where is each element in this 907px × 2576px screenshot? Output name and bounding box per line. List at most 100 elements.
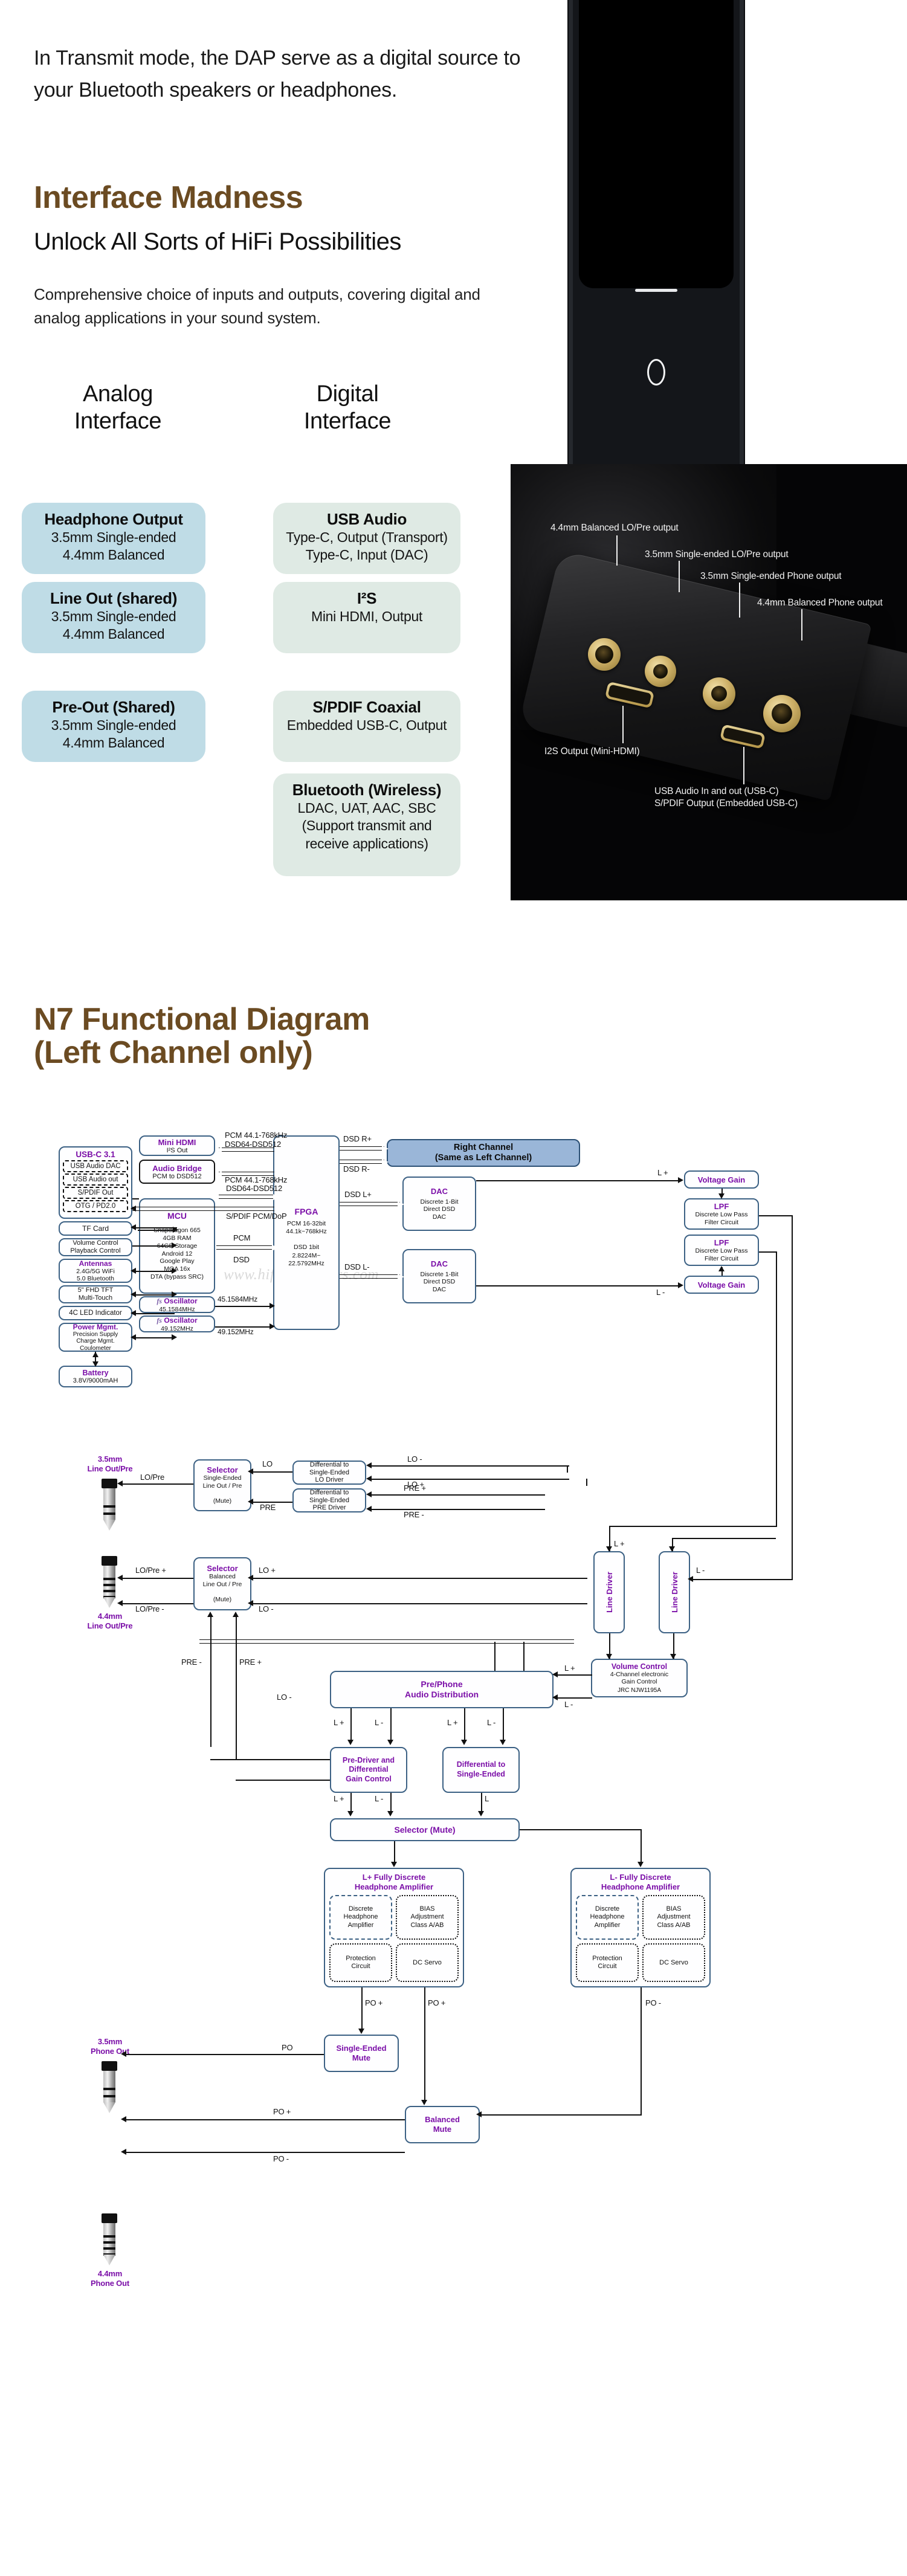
block-title: Mini HDMI <box>158 1137 196 1147</box>
arrowhead <box>347 1740 353 1745</box>
jack-label-44-phone-out: 4.4mm Phone Out <box>91 2269 129 2288</box>
jack-44mm-lo-pre <box>588 638 621 671</box>
jack-35mm-lo-pre <box>645 656 676 687</box>
block-detail: 2.4G/5G WiFi 5.0 Bluetooth <box>76 1267 115 1282</box>
sub-label: OTG / PD2.0 <box>75 1202 116 1210</box>
card-detail: 3.5mm Single-ended 4.4mm Balanced <box>51 529 176 563</box>
connector <box>556 1674 592 1676</box>
block-dac-negative: DAC Discrete 1-Bit Direct DSD DAC <box>402 1249 476 1303</box>
block-label: Line Driver <box>604 1572 614 1613</box>
functional-diagram: USB-C 3.1 USB Audio DAC USB Audio out S/… <box>0 1121 907 2529</box>
block-label: 4C LED Indicator <box>69 1309 122 1317</box>
arrowhead <box>606 1654 612 1659</box>
arrowhead <box>131 1224 136 1230</box>
bus-bridge-out <box>219 1195 274 1199</box>
connector <box>251 1603 587 1604</box>
arrowhead <box>478 1811 484 1816</box>
block-detail: Discrete Low Pass Filter Circuit <box>695 1247 748 1262</box>
block-detail: Single-Ended Line Out / Pre (Mute) <box>202 1474 242 1505</box>
block-pre-driver-diff-gain-control: Pre-Driver and Differential Gain Control <box>330 1747 407 1793</box>
sub-usb-audio-out: USB Audio out <box>63 1173 128 1186</box>
connector <box>370 1479 569 1480</box>
connector <box>792 1215 793 1580</box>
block-title: Battery <box>82 1369 109 1377</box>
block-voltage-gain-negative: Voltage Gain <box>684 1276 759 1294</box>
block-detail: PCM to DSD512 <box>152 1172 202 1180</box>
signal-dsd: DSD <box>233 1255 250 1264</box>
connector <box>494 1642 495 1671</box>
digital-interface-header: Digital Interface <box>303 381 392 434</box>
connector <box>370 1509 545 1510</box>
arrowhead <box>500 1740 506 1745</box>
callout-line <box>743 747 744 784</box>
block-label: Voltage Gain <box>697 1175 746 1184</box>
signal-lo-p: LO + <box>259 1566 276 1575</box>
block-amp-lminus: L- Fully Discrete Headphone Amplifier Di… <box>570 1868 711 1987</box>
interface-section-title: Interface Madness <box>34 180 303 215</box>
arrowhead <box>366 1476 372 1482</box>
connector <box>586 1479 587 1486</box>
signal-lo-n: LO - <box>407 1454 422 1464</box>
block-battery: Battery 3.8V/9000mAH <box>59 1366 132 1387</box>
signal-lopre-p: LO/Pre + <box>135 1566 166 1575</box>
arrowhead <box>131 1268 136 1274</box>
block-label: Differential to Single-Ended LO Driver <box>309 1461 350 1484</box>
jack-label-35-phone-out: 3.5mm Phone Out <box>91 2037 129 2056</box>
digital-card-i2s: I²S Mini HDMI, Output <box>273 582 460 653</box>
block-title: LPF <box>714 1238 729 1248</box>
sub-discrete-headphone-amplifier: Discrete Headphone Amplifier <box>576 1895 639 1940</box>
block-power-mgmt: Power Mgmt. Precision Supply Charge Mgmt… <box>59 1323 132 1352</box>
block-title: MCU <box>167 1211 187 1221</box>
callout-line <box>739 583 740 618</box>
sub-discrete-headphone-amplifier: Discrete Headphone Amplifier <box>329 1895 392 1940</box>
arrowhead <box>718 1193 725 1199</box>
block-title: DAC <box>430 1259 448 1268</box>
phone-home-indicator <box>647 359 665 386</box>
block-label: Volume Control Playback Control <box>70 1239 121 1254</box>
block-selector-single-ended-lo-pre: Selector Single-Ended Line Out / Pre (Mu… <box>193 1459 251 1511</box>
signal-pcm-bridge-in: PCM 44.1-768kHz <box>225 1175 288 1184</box>
connector <box>503 1708 504 1743</box>
card-detail: Embedded USB-C, Output <box>286 717 447 733</box>
signal-po-n: PO - <box>645 1998 661 2007</box>
arrowhead <box>387 1811 393 1816</box>
block-diff-to-se-lo-driver: Differential to Single-Ended LO Driver <box>292 1461 366 1485</box>
jack-44mm-phone <box>763 695 801 732</box>
block-label: Balanced Mute <box>425 2114 460 2134</box>
card-detail: Mini HDMI, Output <box>311 608 423 624</box>
arrowhead <box>670 1654 676 1659</box>
block-detail: 49.152MHz <box>161 1325 193 1332</box>
sub-usb-audio-dac: USB Audio DAC <box>63 1160 128 1172</box>
arrowhead <box>92 1361 98 1367</box>
arrowhead <box>398 1273 404 1280</box>
connector <box>370 1494 545 1496</box>
bus-dsd-ln <box>340 1274 400 1279</box>
arrowhead <box>173 1227 178 1233</box>
arrowhead <box>552 1694 558 1700</box>
callout-35-lo-pre: 3.5mm Single-ended LO/Pre output <box>645 549 789 560</box>
signal-lp: L + <box>447 1718 458 1727</box>
callout-line <box>616 535 618 566</box>
connector <box>124 2054 324 2055</box>
bus-dsd-rn <box>340 1160 384 1164</box>
phone-nav-pill <box>635 289 677 292</box>
arrowhead <box>248 1468 253 1474</box>
connector <box>520 1829 641 1830</box>
callout-i2s-output: I2S Output (Mini-HDMI) <box>544 746 640 757</box>
signal-ln: L - <box>375 1794 384 1803</box>
connector <box>759 1251 777 1253</box>
block-pre-phone-audio-distribution: Pre/Phone Audio Distribution <box>330 1671 554 1708</box>
block-title: L- Fully Discrete Headphone Amplifier <box>601 1873 680 1891</box>
arrowhead <box>273 1193 280 1200</box>
signal-pcm-dsd-hdmi: PCM 44.1-768kHz DSD64-DSD512 <box>225 1131 288 1149</box>
block-dac-positive: DAC Discrete 1-Bit Direct DSD DAC <box>402 1177 476 1231</box>
connector <box>215 1306 273 1307</box>
connector <box>210 1759 330 1760</box>
connector <box>390 1708 392 1743</box>
connector <box>132 1294 175 1296</box>
sub-otg-pd: OTG / PD2.0 <box>63 1200 128 1212</box>
sub-spdif-out: S/PDIF Out <box>63 1187 128 1199</box>
analog-card-headphone-output: Headphone Output 3.5mm Single-ended 4.4m… <box>22 503 205 574</box>
block-title: L+ Fully Discrete Headphone Amplifier <box>354 1873 434 1891</box>
block-detail: 45.1584MHz <box>159 1305 195 1313</box>
